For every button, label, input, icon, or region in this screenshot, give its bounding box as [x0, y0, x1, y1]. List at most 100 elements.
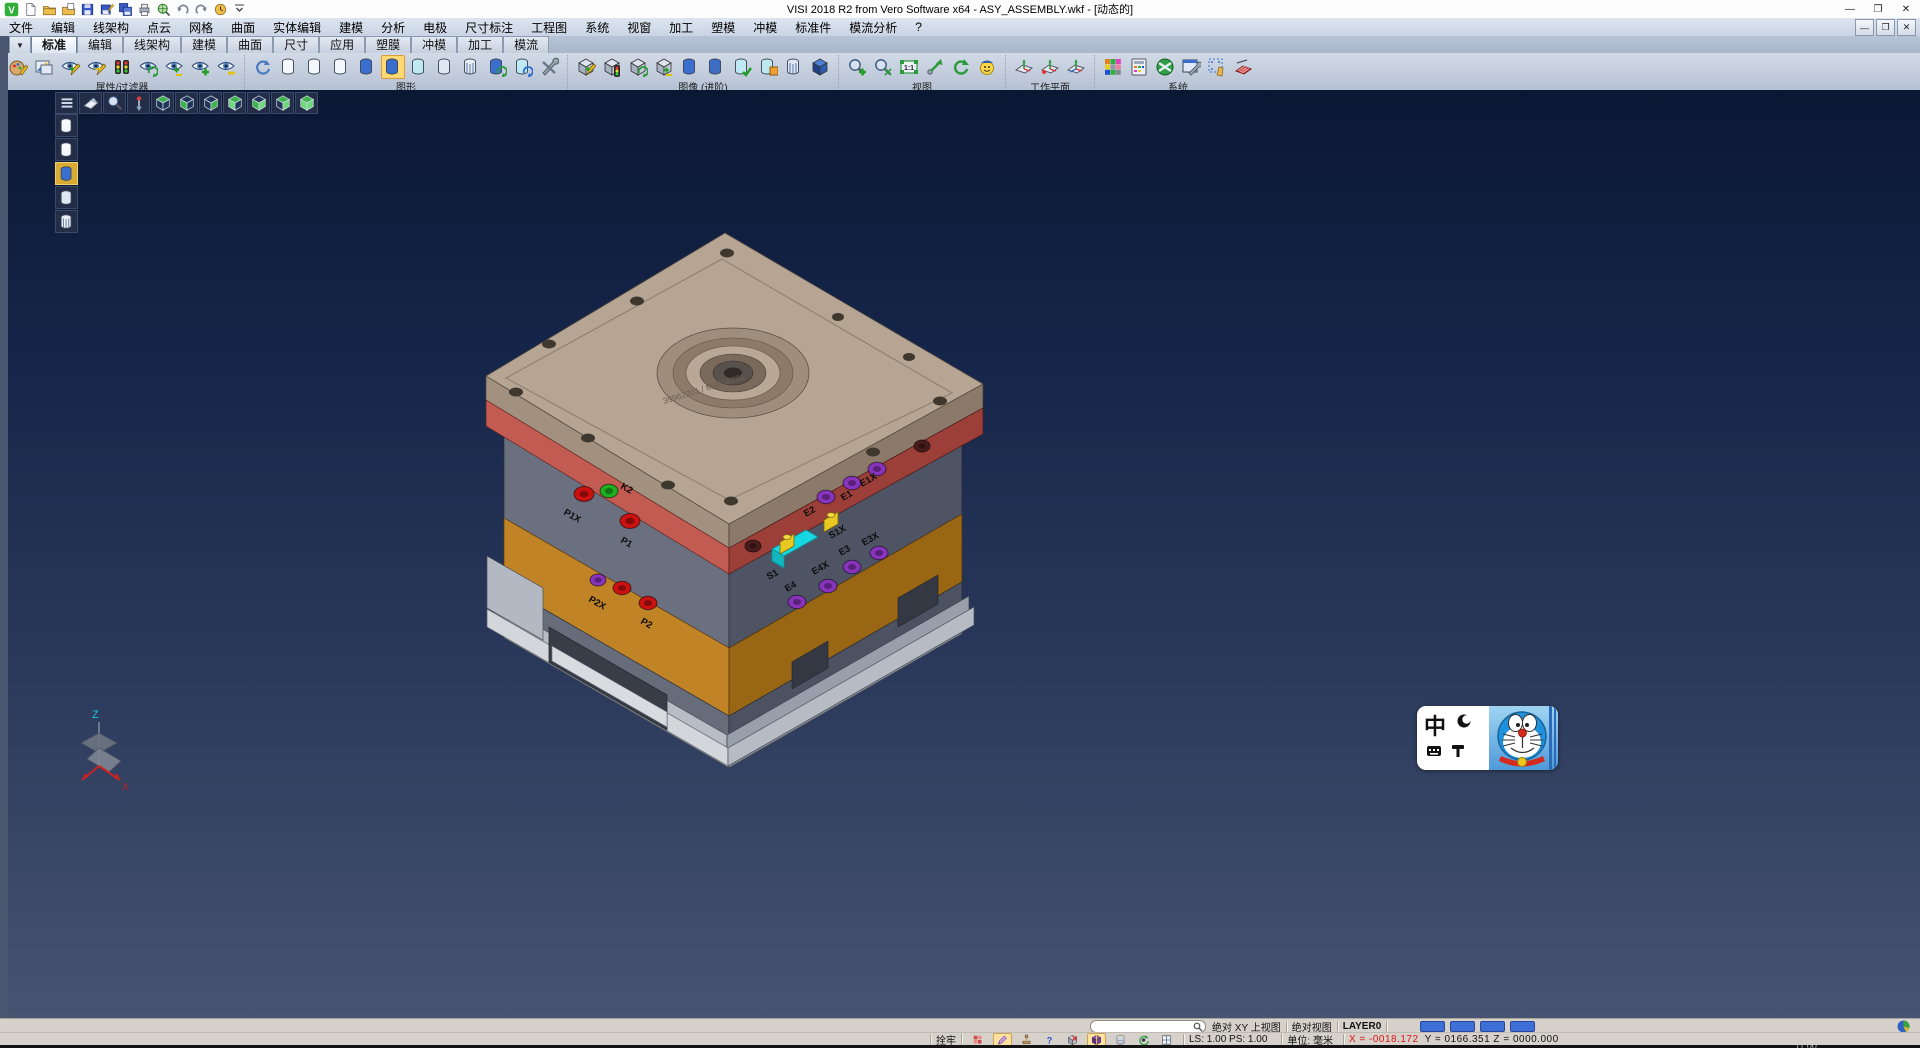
snap-settings-icon[interactable] — [1205, 55, 1229, 79]
tab-标准[interactable]: 标准 — [31, 36, 77, 53]
preview-icon[interactable] — [155, 2, 171, 17]
3d-viewport[interactable]: 39962201 / M9998201 K2P1XP1P2XP2E2E1E1XE… — [8, 90, 1920, 1018]
style-wire-icon[interactable] — [55, 114, 78, 137]
tab-应用[interactable]: 应用 — [319, 36, 365, 53]
close-button[interactable]: ✕ — [1892, 0, 1920, 18]
recent-icon[interactable] — [212, 2, 228, 17]
active-layer-indicator[interactable]: LAYER0 — [1343, 1021, 1382, 1032]
hidden-dashed-icon[interactable] — [329, 55, 353, 79]
menu-item-文件[interactable]: 文件 — [0, 18, 42, 36]
menu-item-实体编辑[interactable]: 实体编辑 — [264, 18, 330, 36]
view-iso1-icon[interactable] — [271, 92, 294, 114]
status-solid-off-icon[interactable] — [1064, 1034, 1081, 1046]
zoom-in-icon[interactable] — [845, 55, 869, 79]
menu-item-网格[interactable]: 网格 — [180, 18, 222, 36]
tab-冲模[interactable]: 冲模 — [411, 36, 457, 53]
view-back-icon[interactable] — [247, 92, 270, 114]
menu-item-?[interactable]: ? — [906, 18, 931, 36]
save-all-icon[interactable] — [117, 2, 133, 17]
copy-image-icon[interactable] — [32, 55, 56, 79]
shaded-icon[interactable] — [355, 55, 379, 79]
box-solid-icon[interactable] — [756, 55, 780, 79]
view-pin-icon[interactable] — [127, 92, 150, 114]
style-flat-icon[interactable] — [55, 186, 78, 209]
filter-refresh-icon[interactable] — [136, 55, 160, 79]
mdi-close-button[interactable]: ✕ — [1897, 19, 1916, 36]
zoom-1to1-icon[interactable]: 1:1 — [897, 55, 921, 79]
layer-color-bar[interactable] — [1480, 1021, 1505, 1032]
regen-view-icon[interactable] — [511, 55, 535, 79]
menu-item-建模[interactable]: 建模 — [330, 18, 372, 36]
solid-striped-icon[interactable] — [704, 55, 728, 79]
view-front-icon[interactable] — [175, 92, 198, 114]
visibility-toggle-icon[interactable] — [162, 55, 186, 79]
mdi-minimize-button[interactable]: — — [1855, 19, 1874, 36]
refresh-view-icon[interactable] — [949, 55, 973, 79]
render-cube-icon[interactable] — [808, 55, 832, 79]
ime-toolbar[interactable]: 中 — [1417, 706, 1558, 770]
style-shaded-icon[interactable] — [55, 162, 78, 185]
menu-item-冲模[interactable]: 冲模 — [744, 18, 786, 36]
adv-filter-add-icon[interactable] — [574, 55, 598, 79]
tab-编辑[interactable]: 编辑 — [77, 36, 123, 53]
menu-item-标准件[interactable]: 标准件 — [786, 18, 840, 36]
status-snap-grid-icon[interactable] — [970, 1034, 987, 1046]
filter-remove-icon[interactable] — [84, 55, 108, 79]
view-right-icon[interactable] — [199, 92, 222, 114]
workplane-set-icon[interactable] — [1038, 55, 1062, 79]
menu-item-视窗[interactable]: 视窗 — [618, 18, 660, 36]
filter-traffic-icon[interactable] — [110, 55, 134, 79]
restore-button[interactable]: ❐ — [1864, 0, 1892, 18]
menu-item-塑模[interactable]: 塑模 — [702, 18, 744, 36]
status-rotate-icon[interactable] — [1135, 1034, 1152, 1046]
status-stamp-icon[interactable] — [1018, 1034, 1035, 1046]
adv-toggle-icon[interactable] — [652, 55, 676, 79]
color-palette-icon[interactable] — [1101, 55, 1125, 79]
open-file-icon[interactable] — [41, 2, 57, 17]
menu-item-工程图[interactable]: 工程图 — [522, 18, 576, 36]
layer-color-bars[interactable] — [1420, 1021, 1535, 1032]
qat-menu-icon[interactable] — [231, 2, 247, 17]
filter-add-icon[interactable] — [58, 55, 82, 79]
view-left-icon[interactable] — [223, 92, 246, 114]
flat-icon[interactable] — [433, 55, 457, 79]
style-hatch-icon[interactable] — [55, 210, 78, 233]
adv-traffic-icon[interactable] — [600, 55, 624, 79]
layer-manager-icon[interactable] — [1127, 55, 1151, 79]
zoom-window-icon[interactable] — [871, 55, 895, 79]
status-layers-icon[interactable] — [1112, 1034, 1129, 1046]
scale-indicator[interactable]: LS: 1.00 PS: 1.00 — [1189, 1034, 1267, 1045]
hidden-line-icon[interactable] — [303, 55, 327, 79]
undo-icon[interactable] — [174, 2, 190, 17]
system-globe-icon[interactable] — [1153, 55, 1177, 79]
wireframe-icon[interactable] — [277, 55, 301, 79]
view-face-icon[interactable] — [975, 55, 999, 79]
menu-item-加工[interactable]: 加工 — [660, 18, 702, 36]
view-zoom-icon[interactable] — [103, 92, 126, 114]
attribute-paint-icon[interactable] — [6, 55, 30, 79]
adv-refresh-icon[interactable] — [626, 55, 650, 79]
mold-assembly-model[interactable]: 39962201 / M9998201 K2P1XP1P2XP2E2E1E1XE… — [8, 90, 1920, 1018]
layer-color-bar[interactable] — [1450, 1021, 1475, 1032]
solid-blue-icon[interactable] — [678, 55, 702, 79]
tab-加工[interactable]: 加工 — [457, 36, 503, 53]
workplane-xyz-icon[interactable] — [1012, 55, 1036, 79]
tab-建模[interactable]: 建模 — [181, 36, 227, 53]
shaded-edges-icon[interactable] — [381, 55, 405, 79]
ime-keyboard-icon[interactable] — [1426, 743, 1442, 759]
graphics-settings-icon[interactable] — [537, 55, 561, 79]
ime-mode-chinese[interactable]: 中 — [1424, 709, 1446, 741]
layer-color-bar[interactable] — [1510, 1021, 1535, 1032]
view-plane-icon[interactable] — [79, 92, 102, 114]
tab-塑膜[interactable]: 塑膜 — [365, 36, 411, 53]
hatch-icon[interactable] — [459, 55, 483, 79]
view-top-icon[interactable] — [151, 92, 174, 114]
save-icon[interactable] — [79, 2, 95, 17]
view-iso2-icon[interactable] — [295, 92, 318, 114]
menu-item-编辑[interactable]: 编辑 — [42, 18, 84, 36]
view-menu-icon[interactable] — [55, 92, 78, 114]
mdi-restore-button[interactable]: ❐ — [1876, 19, 1895, 36]
menu-item-线架构[interactable]: 线架构 — [84, 18, 138, 36]
tab-线架构[interactable]: 线架构 — [123, 36, 181, 53]
menu-item-曲面[interactable]: 曲面 — [222, 18, 264, 36]
